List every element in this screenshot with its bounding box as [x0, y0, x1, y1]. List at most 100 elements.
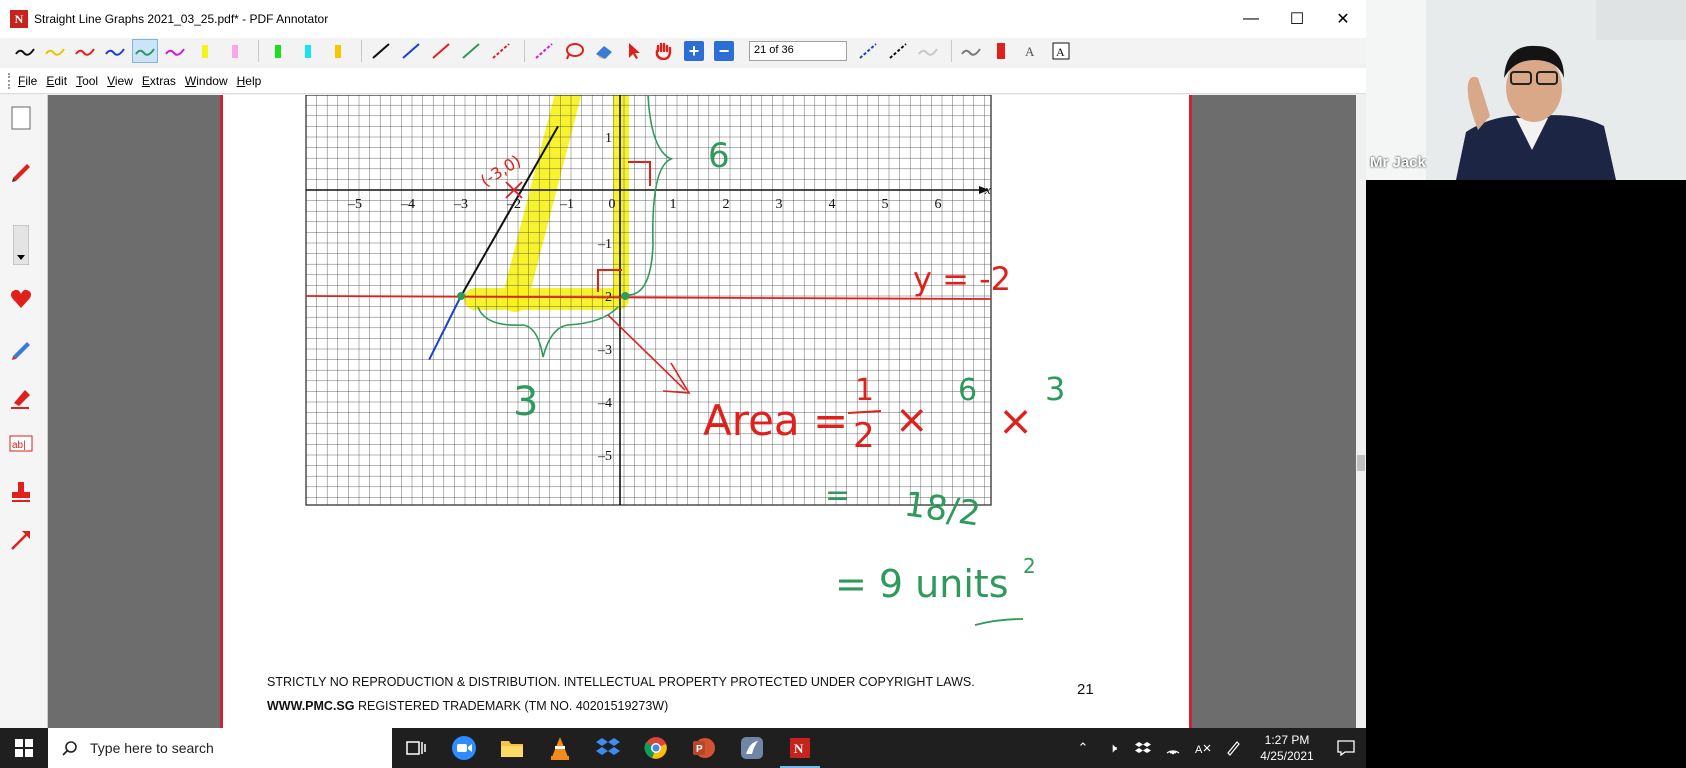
red-pen-icon[interactable] — [8, 157, 34, 183]
times-sign-1: × — [895, 397, 929, 443]
highlighter-pink-icon[interactable] — [222, 39, 248, 63]
page-number: 21 — [1077, 681, 1094, 698]
task-view-icon[interactable] — [392, 728, 440, 768]
menu-extras[interactable]: Extras — [142, 74, 176, 88]
pen-blue-icon[interactable] — [102, 39, 128, 63]
line-dashed-magenta-icon[interactable] — [531, 39, 557, 63]
pdf-page[interactable]: –5–4–3–2–10123456x1–1–2–3–4–5 (-3,0)63y … — [220, 95, 1192, 728]
inkscape-icon[interactable] — [728, 728, 776, 768]
network-icon[interactable] — [1158, 728, 1188, 768]
x-tick-label: 1 — [670, 197, 677, 212]
start-button[interactable] — [0, 728, 48, 768]
line-green-icon[interactable] — [458, 39, 484, 63]
x-tick-label: 2 — [723, 197, 730, 212]
close-button[interactable]: ✕ — [1320, 0, 1366, 38]
fraction-18-over-2: 18/2 — [902, 484, 983, 534]
pdf-annotator-logo-icon: N — [10, 10, 28, 28]
svg-text:P: P — [696, 744, 703, 755]
pen-red-icon[interactable] — [72, 39, 98, 63]
zoom-out-button[interactable]: − — [711, 39, 737, 63]
annotation-toolbar: + − 21 of 36 A A — [0, 38, 1366, 64]
pen-green-icon[interactable] — [132, 39, 158, 63]
pdf-annotator-taskbar-icon[interactable]: N — [776, 728, 824, 768]
menu-window[interactable]: Window — [185, 74, 228, 88]
x-tick-label: –3 — [453, 197, 468, 212]
line-dashed-red-icon[interactable] — [488, 39, 514, 63]
trademark-notice: WWW.PMC.SG REGISTERED TRADEMARK (TM NO. … — [267, 699, 668, 713]
lasso-icon[interactable] — [561, 39, 587, 63]
line-dashed-blue-icon[interactable] — [855, 39, 881, 63]
highlighter-green-icon[interactable] — [265, 39, 291, 63]
language-icon[interactable]: A — [1188, 728, 1218, 768]
arrow-icon[interactable] — [8, 527, 34, 553]
highlighter-cyan-icon[interactable] — [295, 39, 321, 63]
menu-file[interactable]: File — [18, 74, 37, 88]
pen-light-gray-icon[interactable] — [915, 39, 941, 63]
heart-icon[interactable] — [8, 285, 34, 311]
show-hidden-icons-icon[interactable]: ⌃ — [1068, 728, 1098, 768]
straight-line-graph: –5–4–3–2–10123456x1–1–2–3–4–5 (-3,0)63y … — [305, 95, 1065, 626]
video-feed: Mr Jack — [1366, 0, 1686, 180]
vlc-icon[interactable] — [536, 728, 584, 768]
line-black-icon[interactable] — [368, 39, 394, 63]
line-blue-icon[interactable] — [398, 39, 424, 63]
menu-tool[interactable]: Tool — [76, 74, 98, 88]
pen-gray-icon[interactable] — [958, 39, 984, 63]
file-explorer-icon[interactable] — [488, 728, 536, 768]
pen-black-icon[interactable] — [12, 39, 38, 63]
marker-icon[interactable] — [8, 385, 34, 411]
pen-yellow-icon[interactable] — [42, 39, 68, 63]
chrome-icon[interactable] — [632, 728, 680, 768]
x-tick-label: 3 — [776, 197, 783, 212]
fraction-denominator: 2 — [853, 416, 875, 456]
dropbox-icon[interactable] — [584, 728, 632, 768]
x-tick-label: 0 — [609, 197, 616, 212]
line-red-icon[interactable] — [428, 39, 454, 63]
factor-6-label: 6 — [958, 373, 977, 408]
svg-text:N: N — [794, 741, 804, 756]
eraser-icon[interactable] — [591, 39, 617, 63]
highlighter-yellow-icon[interactable] — [192, 39, 218, 63]
text-color-icon[interactable]: A — [1018, 39, 1044, 63]
page-thumbnail-icon[interactable] — [8, 105, 34, 131]
zoom-app-icon[interactable] — [440, 728, 488, 768]
hand-icon[interactable] — [651, 39, 677, 63]
taskbar-search[interactable]: Type here to search — [48, 728, 392, 768]
line-dashed-black-icon[interactable] — [885, 39, 911, 63]
scrollbar-thumb[interactable] — [1357, 455, 1365, 471]
toolbar-separator — [258, 40, 259, 62]
highlighter-orange-icon[interactable] — [325, 39, 351, 63]
zoom-in-button[interactable]: + — [681, 39, 707, 63]
clock[interactable]: 1:27 PM 4/25/2021 — [1248, 732, 1326, 764]
point-label: (-3,0) — [477, 151, 524, 190]
menu-view[interactable]: View — [107, 74, 133, 88]
page-number-field[interactable]: 21 of 36 — [749, 41, 847, 61]
palette-dropdown[interactable] — [8, 225, 34, 265]
menu-edit[interactable]: Edit — [46, 74, 67, 88]
minimize-button[interactable]: — — [1228, 0, 1274, 38]
vertical-scrollbar[interactable] — [1356, 95, 1366, 728]
dropbox-tray-icon[interactable] — [1128, 728, 1158, 768]
notifications-icon[interactable] — [1326, 728, 1366, 768]
x-axis-label: x — [984, 182, 991, 197]
powerpoint-icon[interactable]: P — [680, 728, 728, 768]
select-arrow-icon[interactable] — [621, 39, 647, 63]
menu-help[interactable]: Help — [237, 74, 262, 88]
search-icon — [62, 741, 77, 756]
maximize-button[interactable]: ☐ — [1274, 0, 1320, 38]
stamp-icon[interactable] — [8, 479, 34, 505]
text-tool-icon[interactable]: ab| — [8, 431, 34, 457]
blue-pencil-icon[interactable] — [8, 335, 34, 361]
color-red-icon[interactable] — [988, 39, 1014, 63]
document-workspace[interactable]: –5–4–3–2–10123456x1–1–2–3–4–5 (-3,0)63y … — [48, 95, 1356, 728]
toolbar-separator — [524, 40, 525, 62]
text-box-icon[interactable]: A — [1048, 39, 1074, 63]
pen-magenta-icon[interactable] — [162, 39, 188, 63]
presenter-video-image — [1366, 0, 1686, 180]
volume-icon[interactable]: 🕨 — [1098, 728, 1128, 768]
pen-workspace-icon[interactable] — [1218, 728, 1248, 768]
svg-text:ab|: ab| — [12, 440, 26, 451]
handwritten-annotations: (-3,0) 63y = -2Area =12 ×6×3= 18/2= 9 units… — [305, 95, 1065, 626]
y-tick-label: –4 — [597, 396, 612, 411]
toolbar-separator — [361, 40, 362, 62]
